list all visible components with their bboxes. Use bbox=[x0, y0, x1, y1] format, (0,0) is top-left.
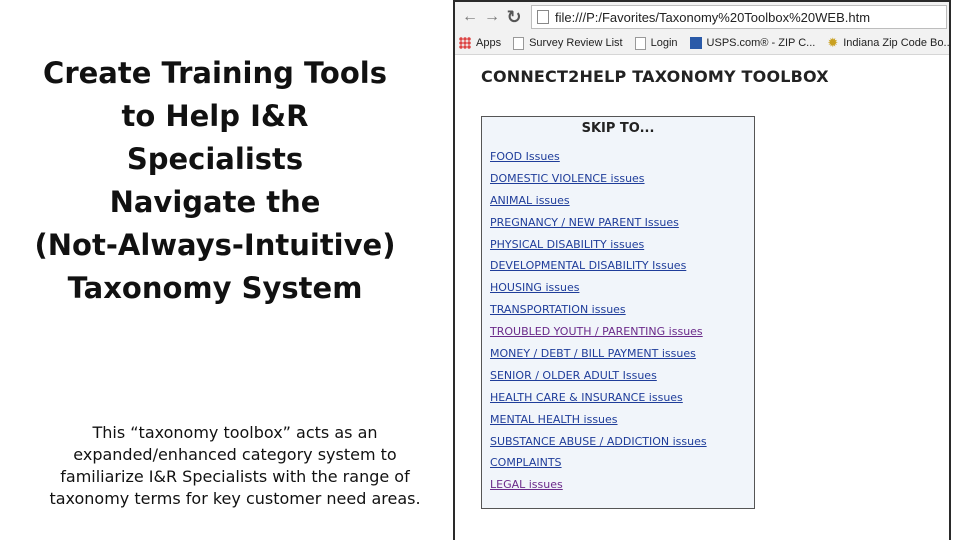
list-item: TROUBLED YOUTH / PARENTING issues bbox=[490, 320, 754, 342]
slide-title-line: (Not-Always-Intuitive) bbox=[34, 228, 396, 262]
skip-link[interactable]: TROUBLED YOUTH / PARENTING issues bbox=[490, 325, 703, 338]
list-item: SUBSTANCE ABUSE / ADDICTION issues bbox=[490, 430, 754, 452]
address-bar[interactable]: file:///P:/Favorites/Taxonomy%20Toolbox%… bbox=[531, 5, 947, 29]
skip-to-box: SKIP TO... FOOD Issues DOMESTIC VIOLENCE … bbox=[481, 116, 755, 509]
bookmark-indiana-zip[interactable]: ✹ Indiana Zip Code Bo... bbox=[827, 35, 949, 50]
skip-link[interactable]: PREGNANCY / NEW PARENT Issues bbox=[490, 216, 679, 229]
page-icon bbox=[537, 10, 549, 24]
list-item: PHYSICAL DISABILITY issues bbox=[490, 233, 754, 255]
bookmark-label: Apps bbox=[476, 37, 502, 49]
browser-toolbar: ← → ↻ file:///P:/Favorites/Taxonomy%20To… bbox=[455, 2, 949, 32]
list-item: MENTAL HEALTH issues bbox=[490, 408, 754, 430]
reload-button[interactable]: ↻ bbox=[503, 6, 525, 28]
skip-to-title: SKIP TO... bbox=[581, 121, 655, 136]
slide-title: Create Training Tools to Help I&R Specia… bbox=[30, 52, 400, 310]
slide-title-line: Navigate the bbox=[109, 185, 321, 219]
reload-icon: ↻ bbox=[506, 6, 522, 27]
skip-link[interactable]: HEALTH CARE & INSURANCE issues bbox=[490, 391, 683, 404]
slide-title-line: Taxonomy System bbox=[67, 271, 363, 305]
skip-link[interactable]: DEVELOPMENTAL DISABILITY Issues bbox=[490, 259, 686, 272]
list-item: SENIOR / OLDER ADULT Issues bbox=[490, 364, 754, 386]
slide-title-line: Create Training Tools bbox=[43, 56, 387, 90]
apps-grid-icon bbox=[459, 37, 471, 49]
list-item: DOMESTIC VIOLENCE issues bbox=[490, 167, 754, 189]
web-page: CONNECT2HELP TAXONOMY TOOLBOX SKIP TO...… bbox=[455, 55, 949, 509]
skip-link[interactable]: MENTAL HEALTH issues bbox=[490, 413, 618, 426]
url-text[interactable]: file:///P:/Favorites/Taxonomy%20Toolbox%… bbox=[555, 10, 870, 25]
bookmark-usps[interactable]: USPS.com® - ZIP C... bbox=[689, 37, 816, 49]
skip-link[interactable]: SENIOR / OLDER ADULT Issues bbox=[490, 369, 657, 382]
list-item: ANIMAL issues bbox=[490, 189, 754, 211]
arrow-left-icon: ← bbox=[462, 8, 478, 25]
usps-icon bbox=[689, 37, 702, 49]
skip-link[interactable]: COMPLAINTS bbox=[490, 456, 562, 469]
skip-link[interactable]: MONEY / DEBT / BILL PAYMENT issues bbox=[490, 347, 696, 360]
bookmark-label: Indiana Zip Code Bo... bbox=[843, 37, 949, 49]
list-item: LEGAL issues bbox=[490, 473, 754, 495]
skip-link[interactable]: PHYSICAL DISABILITY issues bbox=[490, 238, 644, 251]
bookmark-survey-review-list[interactable]: Survey Review List bbox=[513, 36, 623, 50]
slide-description-line: This “taxonomy toolbox” acts as an bbox=[92, 423, 378, 442]
skip-link[interactable]: HOUSING issues bbox=[490, 281, 579, 294]
skip-link[interactable]: LEGAL issues bbox=[490, 478, 563, 491]
sun-icon: ✹ bbox=[827, 35, 839, 50]
skip-link[interactable]: SUBSTANCE ABUSE / ADDICTION issues bbox=[490, 435, 707, 448]
slide-title-line: to Help I&R Specialists bbox=[121, 99, 309, 176]
skip-link[interactable]: DOMESTIC VIOLENCE issues bbox=[490, 172, 645, 185]
page-icon bbox=[634, 36, 646, 50]
list-item: PREGNANCY / NEW PARENT Issues bbox=[490, 211, 754, 233]
page-heading: CONNECT2HELP TAXONOMY TOOLBOX bbox=[481, 67, 829, 86]
list-item: TRANSPORTATION issues bbox=[490, 298, 754, 320]
skip-link[interactable]: TRANSPORTATION issues bbox=[490, 303, 626, 316]
slide-description: This “taxonomy toolbox” acts as an expan… bbox=[40, 422, 430, 510]
skip-link[interactable]: FOOD Issues bbox=[490, 150, 560, 163]
list-item: FOOD Issues bbox=[490, 145, 754, 167]
list-item: MONEY / DEBT / BILL PAYMENT issues bbox=[490, 342, 754, 364]
list-item: HOUSING issues bbox=[490, 276, 754, 298]
list-item: COMPLAINTS bbox=[490, 451, 754, 473]
browser-screenshot: ← → ↻ file:///P:/Favorites/Taxonomy%20To… bbox=[453, 0, 951, 540]
page-icon bbox=[513, 36, 525, 50]
list-item: DEVELOPMENTAL DISABILITY Issues bbox=[490, 254, 754, 276]
back-button[interactable]: ← bbox=[459, 6, 481, 28]
slide-description-line: expanded/enhanced category system to bbox=[73, 445, 397, 464]
list-item: HEALTH CARE & INSURANCE issues bbox=[490, 386, 754, 408]
bookmark-apps[interactable]: Apps bbox=[459, 37, 501, 49]
slide-description-line: familiarize I&R Specialists with the ran… bbox=[60, 467, 410, 486]
bookmark-label: Survey Review List bbox=[529, 37, 623, 49]
skip-link[interactable]: ANIMAL issues bbox=[490, 194, 570, 207]
bookmark-label: USPS.com® - ZIP C... bbox=[706, 37, 816, 49]
bookmarks-bar: Apps Survey Review List Login USPS.com® … bbox=[455, 32, 949, 55]
forward-button[interactable]: → bbox=[481, 6, 503, 28]
slide-description-line: taxonomy terms for key customer need are… bbox=[49, 489, 421, 508]
skip-to-list: FOOD Issues DOMESTIC VIOLENCE issues ANIMA… bbox=[482, 145, 754, 495]
arrow-right-icon: → bbox=[484, 8, 500, 25]
bookmark-login[interactable]: Login bbox=[634, 36, 678, 50]
bookmark-label: Login bbox=[650, 37, 678, 49]
